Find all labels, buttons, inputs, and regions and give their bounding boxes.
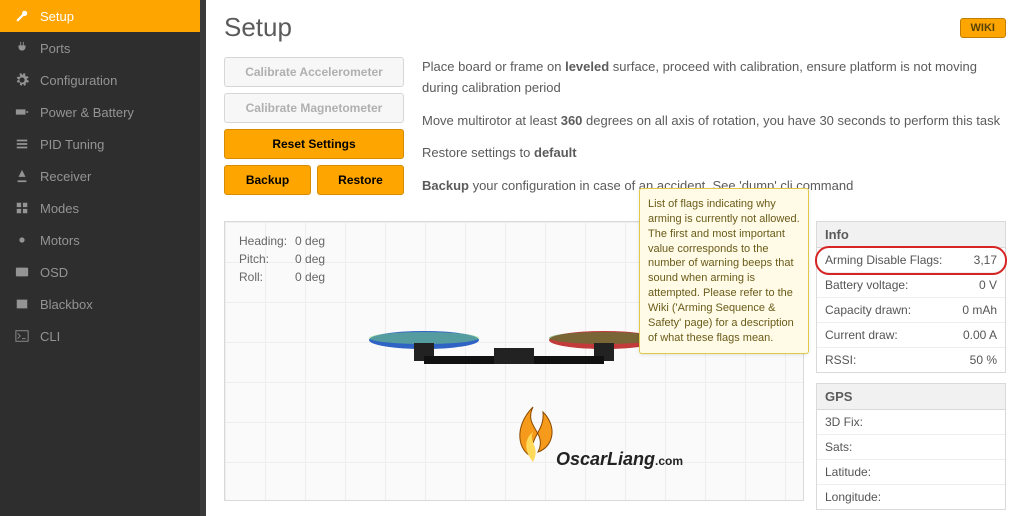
- info-panel: Info Arming Disable Flags:3,17 Battery v…: [816, 221, 1006, 373]
- osd-icon: [14, 264, 30, 280]
- gear-icon: [14, 72, 30, 88]
- wrench-icon: [14, 8, 30, 24]
- model-preview-panel: Heading:0 deg Pitch:0 deg Roll:0 deg Re …: [224, 221, 804, 501]
- info-row-arming-flags: Arming Disable Flags:3,17: [817, 248, 1005, 273]
- sidebar-item-label: PID Tuning: [40, 137, 104, 152]
- gps-row-longitude: Longitude:: [817, 485, 1005, 509]
- sidebar-item-label: OSD: [40, 265, 68, 280]
- info-panel-title: Info: [817, 222, 1005, 248]
- sidebar-item-blackbox[interactable]: Blackbox: [0, 288, 200, 320]
- sidebar-item-cli[interactable]: CLI: [0, 320, 200, 352]
- sidebar-item-ports[interactable]: Ports: [0, 32, 200, 64]
- flame-watermark-icon: [503, 402, 563, 482]
- backup-button[interactable]: Backup: [224, 165, 311, 195]
- reset-settings-button[interactable]: Reset Settings: [224, 129, 404, 159]
- modes-icon: [14, 200, 30, 216]
- sidebar-item-label: Receiver: [40, 169, 91, 184]
- sidebar-item-osd[interactable]: OSD: [0, 256, 200, 288]
- info-row-rssi: RSSI:50 %: [817, 348, 1005, 372]
- attitude-readout: Heading:0 deg Pitch:0 deg Roll:0 deg: [237, 232, 333, 288]
- main-content: Setup WIKI Calibrate Accelerometer Calib…: [206, 0, 1024, 516]
- sliders-icon: [14, 136, 30, 152]
- page-title: Setup: [224, 12, 292, 43]
- sidebar-item-label: Setup: [40, 9, 74, 24]
- sidebar-item-motors[interactable]: Motors: [0, 224, 200, 256]
- terminal-icon: [14, 328, 30, 344]
- gps-panel-title: GPS: [817, 384, 1005, 410]
- sidebar-item-pid[interactable]: PID Tuning: [0, 128, 200, 160]
- calibrate-accelerometer-button[interactable]: Calibrate Accelerometer: [224, 57, 404, 87]
- wiki-button[interactable]: WIKI: [960, 18, 1006, 38]
- arming-flags-tooltip: List of flags indicating why arming is c…: [639, 188, 809, 354]
- sidebar-item-label: Configuration: [40, 73, 117, 88]
- sidebar-item-configuration[interactable]: Configuration: [0, 64, 200, 96]
- info-row-battery: Battery voltage:0 V: [817, 273, 1005, 298]
- instructions-text: Place board or frame on leveled surface,…: [422, 57, 1006, 209]
- sidebar-item-receiver[interactable]: Receiver: [0, 160, 200, 192]
- drone-model-icon: [364, 320, 664, 390]
- gps-row-sats: Sats:: [817, 435, 1005, 460]
- info-row-capacity: Capacity drawn:0 mAh: [817, 298, 1005, 323]
- sidebar-item-setup[interactable]: Setup: [0, 0, 200, 32]
- calibrate-magnetometer-button[interactable]: Calibrate Magnetometer: [224, 93, 404, 123]
- motor-icon: [14, 232, 30, 248]
- info-row-current: Current draw:0.00 A: [817, 323, 1005, 348]
- gps-panel: GPS 3D Fix: Sats: Latitude: Longitude:: [816, 383, 1006, 510]
- sidebar-item-label: Blackbox: [40, 297, 93, 312]
- plug-icon: [14, 40, 30, 56]
- blackbox-icon: [14, 296, 30, 312]
- battery-icon: [14, 104, 30, 120]
- sidebar-item-label: Modes: [40, 201, 79, 216]
- watermark-text: OscarLiang.com: [556, 449, 683, 470]
- sidebar-item-label: Power & Battery: [40, 105, 134, 120]
- gps-row-3dfix: 3D Fix:: [817, 410, 1005, 435]
- sidebar-item-label: Ports: [40, 41, 70, 56]
- receiver-icon: [14, 168, 30, 184]
- sidebar-item-modes[interactable]: Modes: [0, 192, 200, 224]
- sidebar-item-label: CLI: [40, 329, 60, 344]
- gps-row-latitude: Latitude:: [817, 460, 1005, 485]
- sidebar: Setup Ports Configuration Power & Batter…: [0, 0, 200, 516]
- sidebar-item-label: Motors: [40, 233, 80, 248]
- restore-button[interactable]: Restore: [317, 165, 404, 195]
- sidebar-item-power[interactable]: Power & Battery: [0, 96, 200, 128]
